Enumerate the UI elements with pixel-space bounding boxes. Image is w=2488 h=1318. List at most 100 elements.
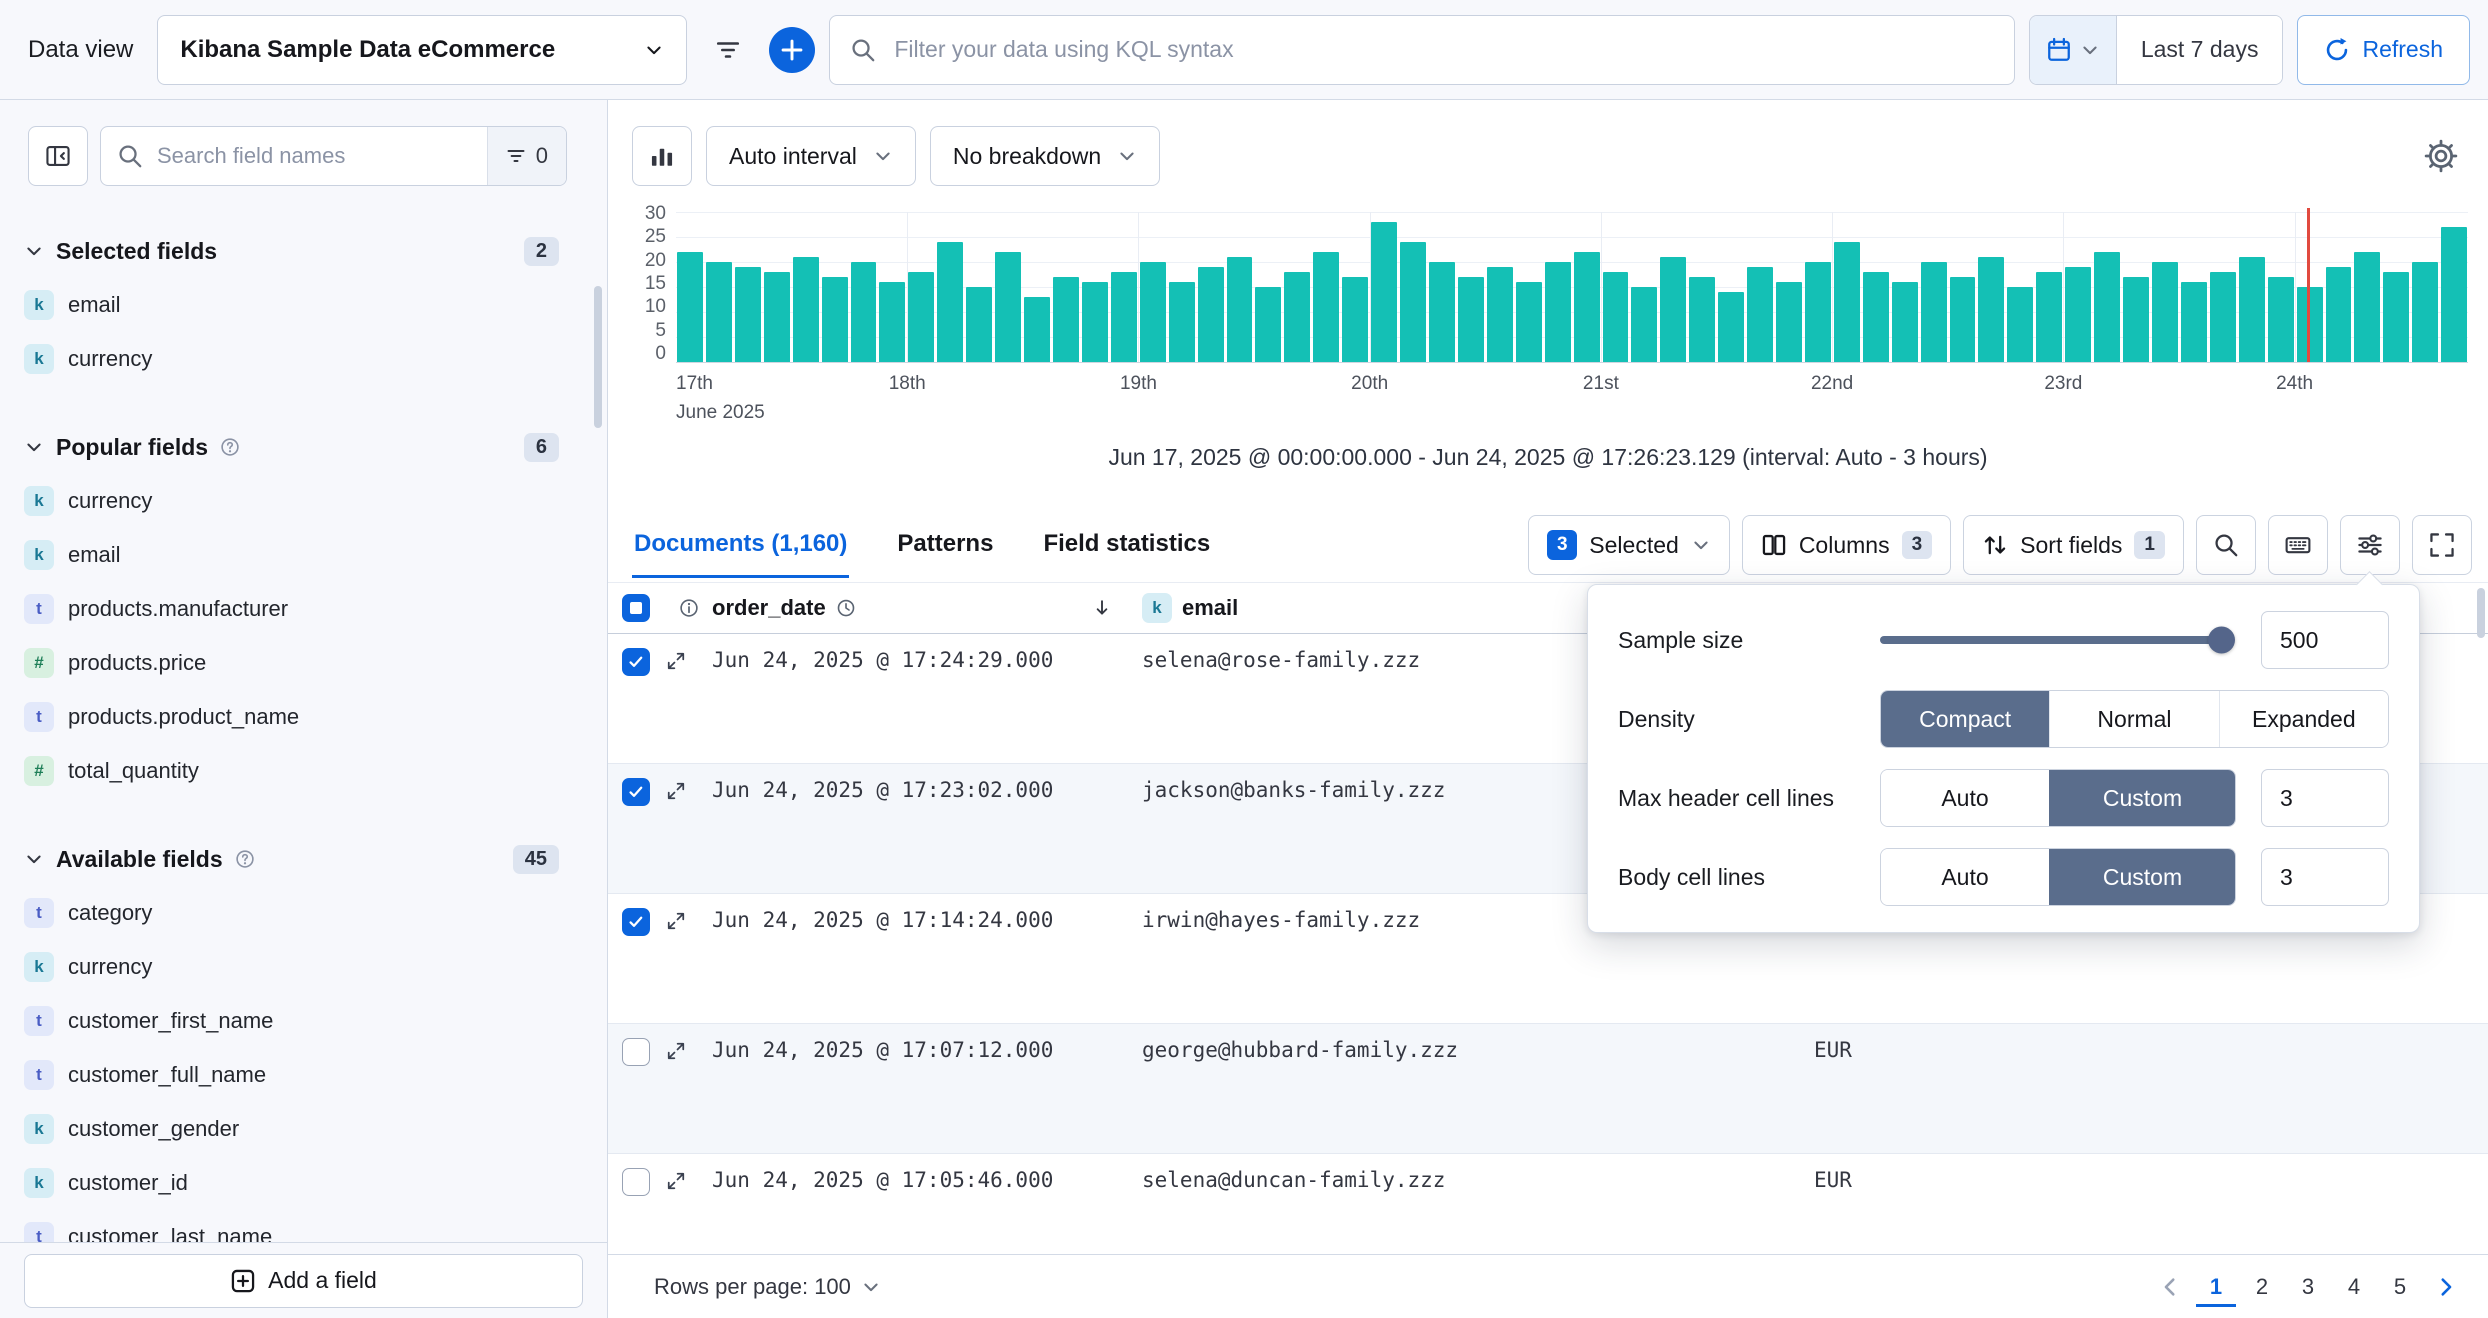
selected-documents-button[interactable]: 3 Selected bbox=[1528, 515, 1730, 575]
histogram-bar[interactable] bbox=[2036, 272, 2062, 362]
collapse-sidebar-button[interactable] bbox=[28, 126, 88, 186]
density-normal-button[interactable]: Normal bbox=[2049, 691, 2218, 747]
help-icon[interactable] bbox=[220, 437, 240, 457]
histogram-bar[interactable] bbox=[1892, 282, 1918, 362]
section-toggle-button[interactable] bbox=[24, 241, 44, 261]
histogram-bar[interactable] bbox=[1053, 277, 1079, 362]
field-item[interactable]: tcategory bbox=[24, 886, 559, 940]
field-item[interactable]: kcurrency bbox=[24, 332, 559, 386]
histogram-bar[interactable] bbox=[1863, 272, 1889, 362]
histogram-bar[interactable] bbox=[1487, 267, 1513, 362]
field-item[interactable]: tcustomer_full_name bbox=[24, 1048, 559, 1102]
histogram-bar[interactable] bbox=[1660, 257, 1686, 362]
page-button[interactable]: 3 bbox=[2288, 1267, 2328, 1307]
sidebar-scrollbar[interactable] bbox=[594, 286, 602, 428]
histogram-bar[interactable] bbox=[2065, 267, 2091, 362]
expand-document-icon[interactable] bbox=[666, 651, 686, 671]
field-item[interactable]: #total_quantity bbox=[24, 744, 559, 798]
histogram-bar[interactable] bbox=[1689, 277, 1715, 362]
histogram-bar[interactable] bbox=[1516, 282, 1542, 362]
histogram-bar[interactable] bbox=[1227, 257, 1253, 362]
sort-descending-icon[interactable] bbox=[1092, 598, 1112, 618]
histogram-bar[interactable] bbox=[966, 287, 992, 362]
refresh-button[interactable]: Refresh bbox=[2297, 15, 2470, 85]
next-page-button[interactable] bbox=[2426, 1267, 2466, 1307]
histogram-bar[interactable] bbox=[1255, 287, 1281, 362]
select-all-checkbox[interactable] bbox=[622, 594, 650, 622]
row-checkbox[interactable] bbox=[622, 1038, 650, 1066]
tab-documents[interactable]: Documents (1,160) bbox=[632, 512, 849, 578]
sort-fields-button[interactable]: Sort fields 1 bbox=[1963, 515, 2184, 575]
slider-thumb[interactable] bbox=[2208, 627, 2235, 654]
histogram-bar[interactable] bbox=[1198, 267, 1224, 362]
field-item[interactable]: kcustomer_gender bbox=[24, 1102, 559, 1156]
histogram-bar[interactable] bbox=[1776, 282, 1802, 362]
section-toggle-button[interactable] bbox=[24, 849, 44, 869]
body-lines-custom-button[interactable]: Custom bbox=[2049, 849, 2235, 905]
histogram-bar[interactable] bbox=[2441, 227, 2467, 362]
field-search-input[interactable] bbox=[155, 142, 487, 170]
histogram-bar[interactable] bbox=[1747, 267, 1773, 362]
field-item[interactable]: kemail bbox=[24, 528, 559, 582]
histogram-bar[interactable] bbox=[937, 242, 963, 362]
histogram-bar[interactable] bbox=[2354, 252, 2380, 362]
field-item[interactable]: kcustomer_id bbox=[24, 1156, 559, 1210]
histogram-bar[interactable] bbox=[822, 277, 848, 362]
histogram-bar[interactable] bbox=[995, 252, 1021, 362]
histogram-bar[interactable] bbox=[1834, 242, 1860, 362]
histogram-bar[interactable] bbox=[2123, 277, 2149, 362]
grid-search-button[interactable] bbox=[2196, 515, 2256, 575]
histogram-bar[interactable] bbox=[735, 267, 761, 362]
histogram-bar[interactable] bbox=[2412, 262, 2438, 362]
date-picker-calendar-button[interactable] bbox=[2030, 16, 2117, 84]
currency-cell[interactable]: EUR bbox=[1814, 1038, 2488, 1062]
field-item[interactable]: kcurrency bbox=[24, 474, 559, 528]
histogram-bar[interactable] bbox=[2383, 272, 2409, 362]
histogram-bar[interactable] bbox=[1631, 287, 1657, 362]
histogram-bar[interactable] bbox=[1342, 277, 1368, 362]
expand-document-icon[interactable] bbox=[666, 781, 686, 801]
field-item[interactable]: kemail bbox=[24, 278, 559, 332]
field-item[interactable]: tcustomer_first_name bbox=[24, 994, 559, 1048]
order-date-cell[interactable]: Jun 24, 2025 @ 17:07:12.000 bbox=[712, 1038, 1142, 1062]
histogram-bar[interactable] bbox=[1978, 257, 2004, 362]
expand-document-icon[interactable] bbox=[666, 911, 686, 931]
columns-button[interactable]: Columns 3 bbox=[1742, 515, 1951, 575]
field-item[interactable]: tproducts.product_name bbox=[24, 690, 559, 744]
date-range-button[interactable]: Last 7 days bbox=[2117, 16, 2283, 84]
histogram-bar[interactable] bbox=[793, 257, 819, 362]
histogram-bar[interactable] bbox=[1082, 282, 1108, 362]
chart-options-button[interactable] bbox=[632, 126, 692, 186]
body-lines-input[interactable]: 3 bbox=[2261, 848, 2389, 906]
previous-page-button[interactable] bbox=[2150, 1267, 2190, 1307]
order-date-column-header[interactable]: order_date bbox=[712, 595, 826, 621]
slider-track[interactable] bbox=[1880, 636, 2231, 644]
data-view-picker[interactable]: Kibana Sample Data eCommerce bbox=[157, 15, 687, 85]
add-field-button[interactable]: Add a field bbox=[24, 1254, 583, 1308]
expand-document-icon[interactable] bbox=[666, 1041, 686, 1061]
histogram-bar[interactable] bbox=[1718, 292, 1744, 362]
kql-input[interactable] bbox=[892, 35, 1993, 64]
histogram-bar[interactable] bbox=[2239, 257, 2265, 362]
histogram-bar[interactable] bbox=[2326, 267, 2352, 362]
page-button[interactable]: 4 bbox=[2334, 1267, 2374, 1307]
header-lines-custom-button[interactable]: Custom bbox=[2049, 770, 2235, 826]
tab-patterns[interactable]: Patterns bbox=[895, 512, 995, 578]
field-filter-button[interactable]: 0 bbox=[487, 127, 566, 185]
histogram-bar[interactable] bbox=[879, 282, 905, 362]
field-item[interactable]: #products.price bbox=[24, 636, 559, 690]
histogram-bar[interactable] bbox=[1805, 262, 1831, 362]
histogram-bar[interactable] bbox=[1284, 272, 1310, 362]
breakdown-select[interactable]: No breakdown bbox=[930, 126, 1160, 186]
histogram-bar[interactable] bbox=[677, 252, 703, 362]
histogram-bar[interactable] bbox=[1921, 262, 1947, 362]
help-icon[interactable] bbox=[235, 849, 255, 869]
histogram-bar[interactable] bbox=[764, 272, 790, 362]
sample-size-input[interactable]: 500 bbox=[2261, 611, 2389, 669]
histogram-bar[interactable] bbox=[1400, 242, 1426, 362]
row-checkbox[interactable] bbox=[622, 908, 650, 936]
histogram-bar[interactable] bbox=[706, 262, 732, 362]
sample-size-slider[interactable] bbox=[1880, 636, 2231, 644]
order-date-cell[interactable]: Jun 24, 2025 @ 17:05:46.000 bbox=[712, 1168, 1142, 1192]
field-item[interactable]: tproducts.manufacturer bbox=[24, 582, 559, 636]
